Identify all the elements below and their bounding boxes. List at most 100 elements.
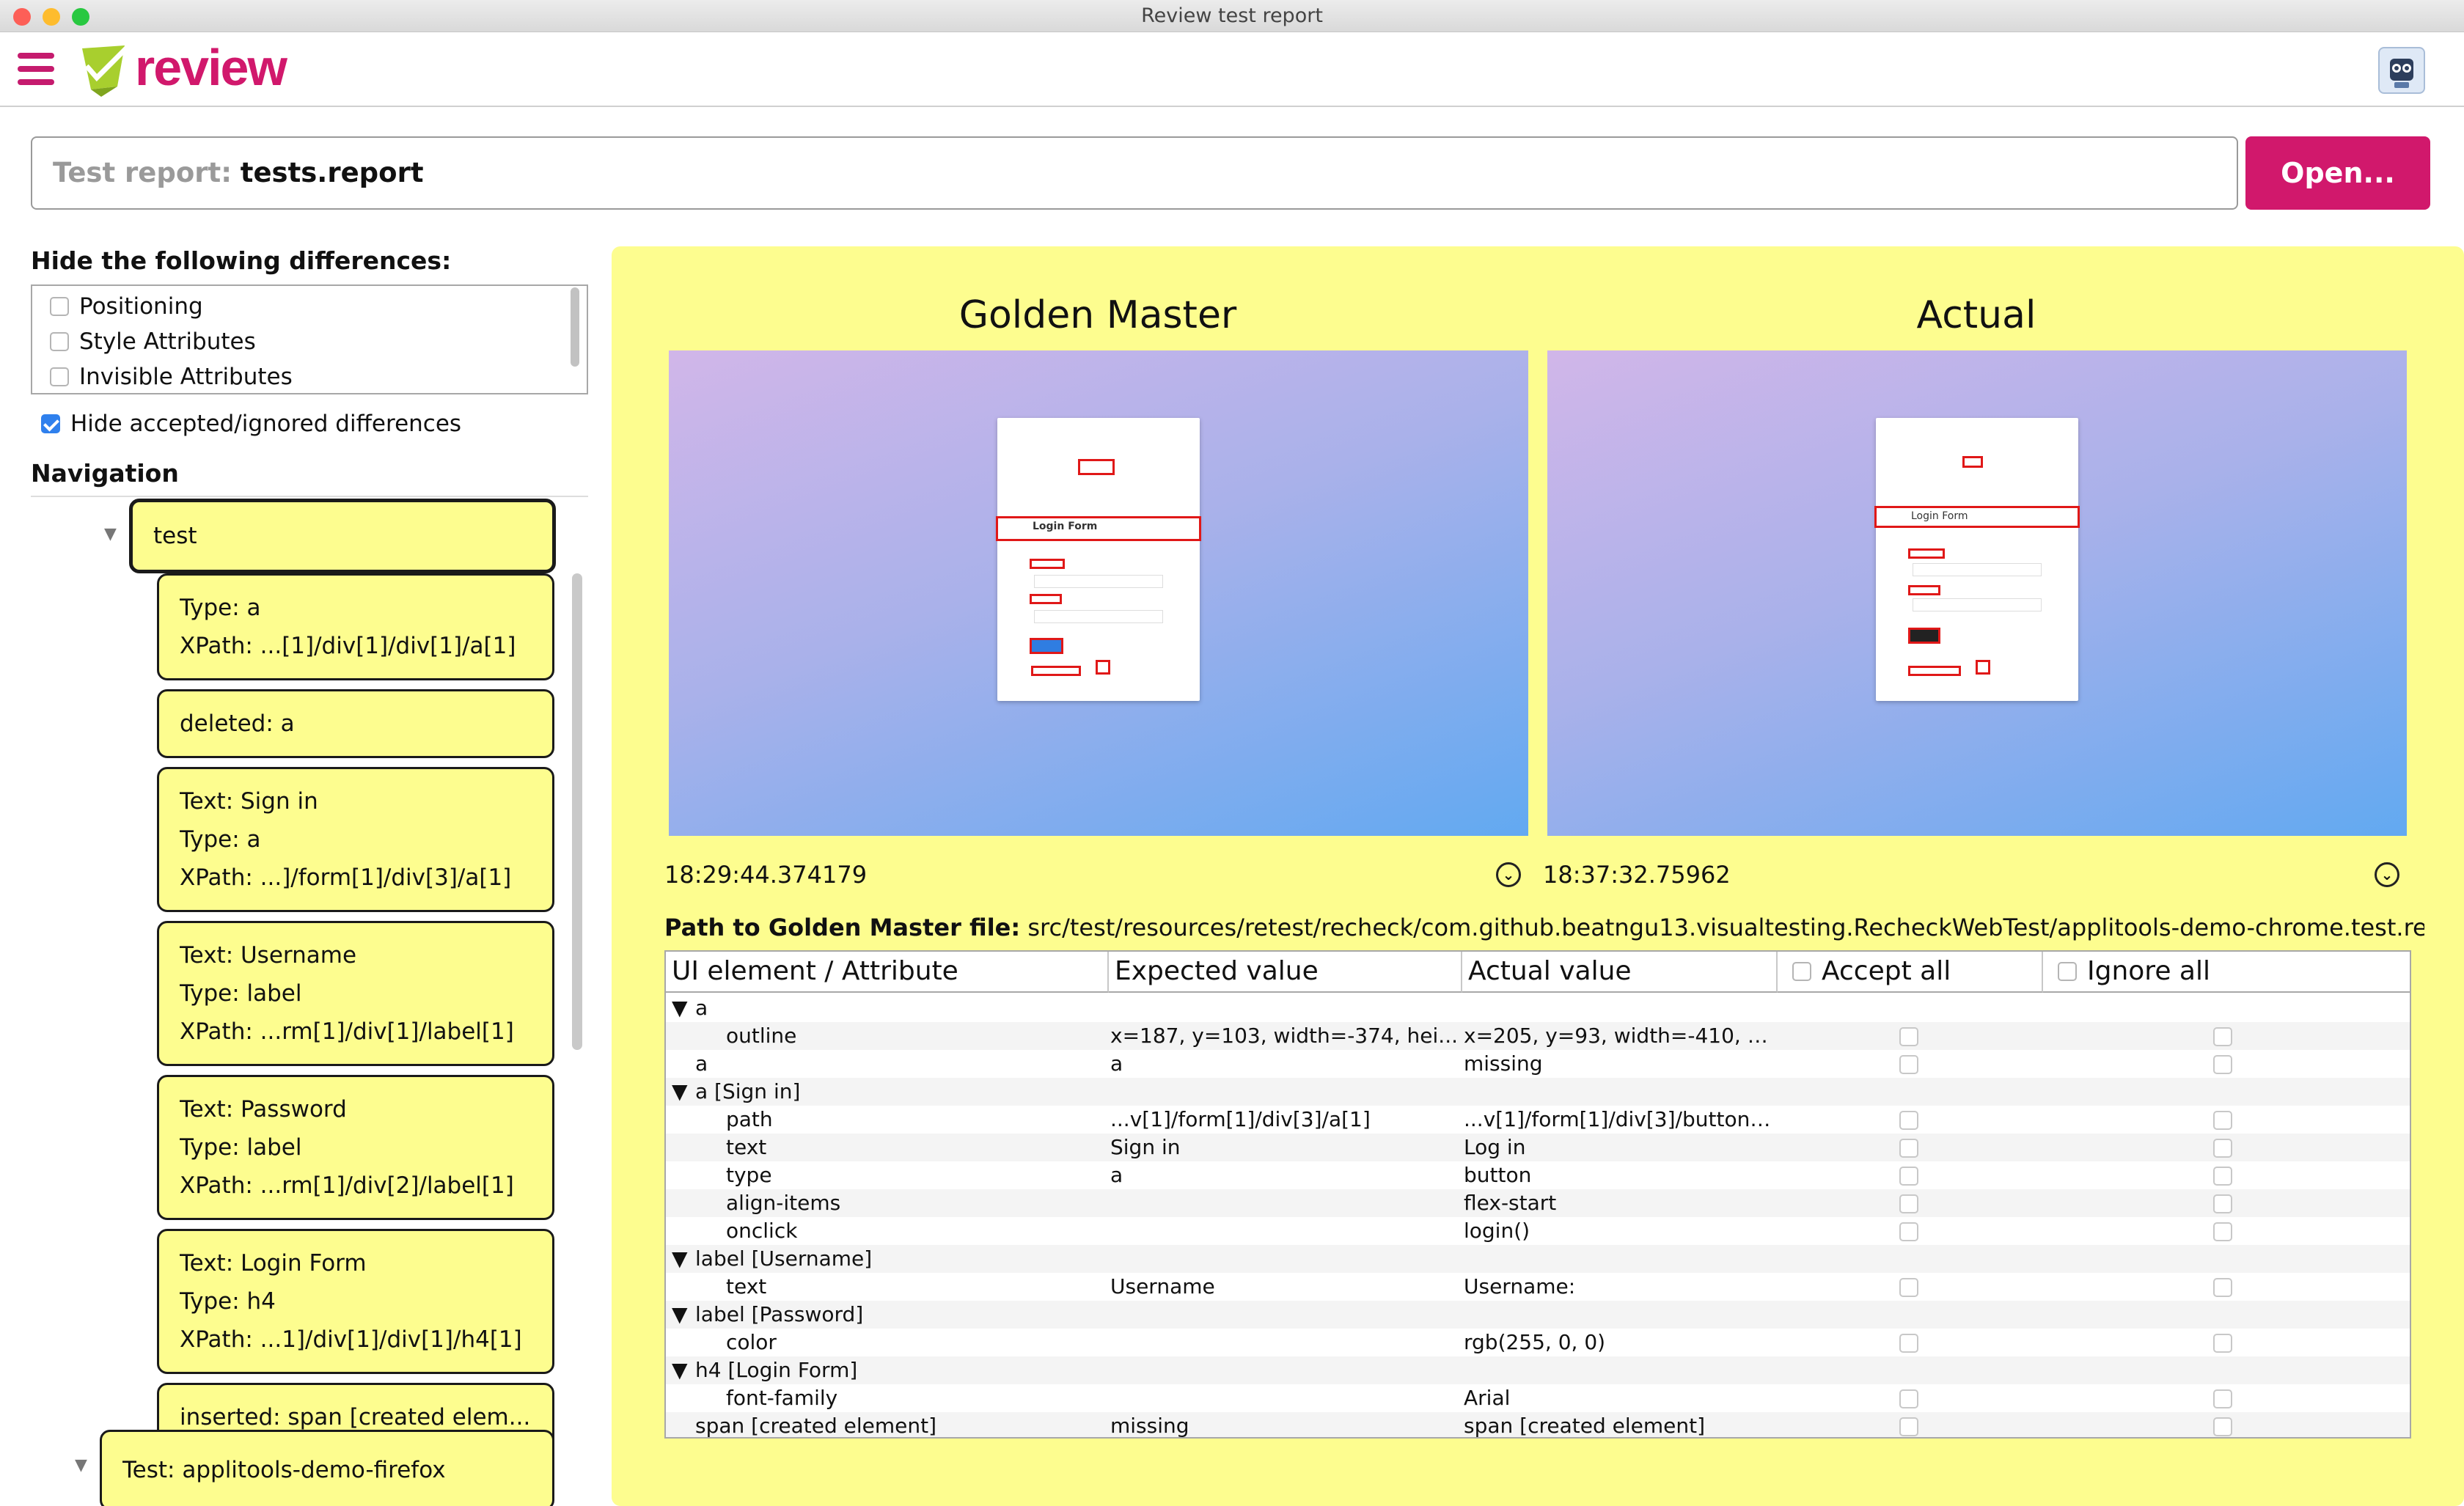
actual-screenshot[interactable]: Login Form: [1547, 350, 2407, 836]
table-row[interactable]: type a button: [666, 1161, 2410, 1189]
cell-actual: button: [1464, 1163, 1532, 1187]
golden-master-screenshot[interactable]: Login Form: [669, 350, 1528, 836]
table-row[interactable]: ▼ a [Sign in]: [666, 1078, 2410, 1106]
ignore-checkbox[interactable]: [2213, 1278, 2232, 1297]
table-row[interactable]: a a missing: [666, 1050, 2410, 1078]
table-row[interactable]: font-family Arial: [666, 1384, 2410, 1412]
column-header-ignore-all[interactable]: Ignore all: [2043, 952, 2410, 993]
filter-style-attributes[interactable]: Style Attributes: [50, 324, 256, 359]
ignore-checkbox[interactable]: [2213, 1334, 2232, 1353]
user-avatar[interactable]: [2378, 47, 2425, 94]
app-header: [0, 32, 2464, 107]
open-button[interactable]: Open...: [2245, 136, 2430, 210]
collapse-triangle-icon[interactable]: ▼: [75, 1456, 87, 1474]
table-row[interactable]: onclick login(): [666, 1217, 2410, 1245]
filter-positioning[interactable]: Positioning: [50, 289, 203, 324]
nav-item-line: Text: Sign in: [180, 788, 318, 815]
cell-element: type: [726, 1163, 772, 1187]
table-row[interactable]: outline x=187, y=103, width=-374, hei... x…: [666, 1022, 2410, 1050]
accept-checkbox[interactable]: [1899, 1222, 1918, 1241]
column-header-actual[interactable]: Actual value: [1462, 952, 1778, 993]
accept-checkbox[interactable]: [1899, 1389, 1918, 1408]
ignore-checkbox[interactable]: [2213, 1222, 2232, 1241]
table-row[interactable]: ▼ label [Password]: [666, 1301, 2410, 1329]
nav-difference-item[interactable]: Text: Sign in Type: a XPath: ...]/form[1]/…: [157, 767, 554, 912]
ignore-checkbox[interactable]: [2213, 1139, 2232, 1158]
golden-master-title: Golden Master: [958, 293, 1237, 337]
accept-checkbox[interactable]: [1899, 1111, 1918, 1130]
accept-checkbox[interactable]: [1899, 1167, 1918, 1186]
accept-checkbox[interactable]: [1899, 1139, 1918, 1158]
ignore-checkbox[interactable]: [2213, 1417, 2232, 1436]
column-header-element[interactable]: UI element / Attribute: [666, 952, 1109, 993]
ignore-checkbox[interactable]: [2213, 1111, 2232, 1130]
password-input-preview: [1034, 610, 1163, 623]
nav-difference-item[interactable]: Text: Password Type: label XPath: ...rm[1]…: [157, 1075, 554, 1220]
nav-next-test[interactable]: Test: applitools-demo-firefox: [100, 1430, 554, 1506]
ignore-checkbox[interactable]: [2213, 1027, 2232, 1046]
collapse-triangle-icon[interactable]: ▼: [104, 525, 117, 543]
navigation-heading: Navigation: [31, 459, 179, 488]
ignore-checkbox[interactable]: [2213, 1167, 2232, 1186]
ignore-all-checkbox[interactable]: [2058, 962, 2077, 981]
positioning-checkbox[interactable]: [50, 297, 69, 316]
nav-difference-item[interactable]: Text: Username Type: label XPath: ...rm[1]…: [157, 921, 554, 1066]
hamburger-menu-icon[interactable]: [18, 53, 54, 85]
column-header-accept-all[interactable]: Accept all: [1778, 952, 2043, 993]
row-toggle-icon: ▼: [672, 996, 688, 1020]
nav-difference-item[interactable]: deleted: a: [157, 689, 554, 758]
chevron-down-icon[interactable]: ⌄: [2375, 862, 2399, 887]
nav-test-node[interactable]: test: [129, 499, 556, 573]
column-header-expected[interactable]: Expected value: [1109, 952, 1462, 993]
highlight-box: [1030, 638, 1063, 654]
hide-differences-list: Positioning Style Attributes Invisible A…: [31, 284, 588, 394]
ignore-checkbox[interactable]: [2213, 1194, 2232, 1213]
table-row[interactable]: text Username Username:: [666, 1273, 2410, 1301]
logo-check-icon: [82, 42, 133, 97]
filter-list-scrollbar[interactable]: [571, 287, 579, 367]
ignore-checkbox[interactable]: [2213, 1055, 2232, 1074]
chevron-down-icon[interactable]: ⌄: [1496, 862, 1521, 887]
actual-title: Actual: [1916, 293, 2036, 337]
navigation-divider: [31, 496, 588, 497]
table-row[interactable]: ▼ a: [666, 994, 2410, 1022]
invisible-attributes-checkbox[interactable]: [50, 367, 69, 386]
accept-checkbox[interactable]: [1899, 1278, 1918, 1297]
highlight-box: [1908, 666, 1961, 676]
accept-all-checkbox[interactable]: [1792, 962, 1811, 981]
cell-actual: Username:: [1464, 1274, 1576, 1299]
cell-actual: missing: [1464, 1051, 1543, 1076]
cell-actual: span [created element]: [1464, 1414, 1706, 1438]
table-row[interactable]: ▼ h4 [Login Form]: [666, 1356, 2410, 1384]
filter-invisible-attributes[interactable]: Invisible Attributes: [50, 359, 293, 394]
hide-accepted-checkbox[interactable]: [41, 414, 60, 433]
nav-item-line: XPath: ...rm[1]/div[1]/label[1]: [180, 1018, 514, 1045]
table-row[interactable]: align-items flex-start: [666, 1189, 2410, 1217]
test-report-field[interactable]: Test report: tests.report: [31, 136, 2238, 210]
cell-actual: ...v[1]/form[1]/div[3]/button[...: [1464, 1107, 1775, 1131]
differences-table: UI element / Attribute Expected value Ac…: [664, 950, 2411, 1439]
accept-checkbox[interactable]: [1899, 1417, 1918, 1436]
cell-element: color: [726, 1330, 777, 1354]
accept-checkbox[interactable]: [1899, 1055, 1918, 1074]
table-row[interactable]: text Sign in Log in: [666, 1134, 2410, 1161]
test-report-value: tests.report: [240, 157, 424, 188]
table-row[interactable]: color rgb(255, 0, 0): [666, 1329, 2410, 1356]
highlight-box: [1096, 660, 1110, 675]
path-label: Path to Golden Master file:: [664, 914, 1021, 941]
ignore-checkbox[interactable]: [2213, 1389, 2232, 1408]
table-row[interactable]: span [created element] missing span [creat…: [666, 1412, 2410, 1438]
navigation-scrollbar[interactable]: [572, 573, 582, 1050]
nav-item-line: XPath: ...[1]/div[1]/div[1]/a[1]: [180, 633, 516, 659]
nav-item-line: XPath: ...1]/div[1]/div[1]/h4[1]: [180, 1326, 522, 1353]
accept-checkbox[interactable]: [1899, 1334, 1918, 1353]
accept-checkbox[interactable]: [1899, 1194, 1918, 1213]
accept-checkbox[interactable]: [1899, 1027, 1918, 1046]
table-row[interactable]: path ...v[1]/form[1]/div[3]/a[1] ...v[1]/f…: [666, 1106, 2410, 1134]
nav-difference-item[interactable]: Text: Login Form Type: h4 XPath: ...1]/div…: [157, 1229, 554, 1374]
cell-element: font-family: [726, 1386, 838, 1410]
hide-accepted-toggle[interactable]: Hide accepted/ignored differences: [41, 406, 461, 441]
table-row[interactable]: ▼ label [Username]: [666, 1245, 2410, 1273]
nav-difference-item[interactable]: Type: a XPath: ...[1]/div[1]/div[1]/a[1]: [157, 573, 554, 680]
style-attributes-checkbox[interactable]: [50, 332, 69, 351]
